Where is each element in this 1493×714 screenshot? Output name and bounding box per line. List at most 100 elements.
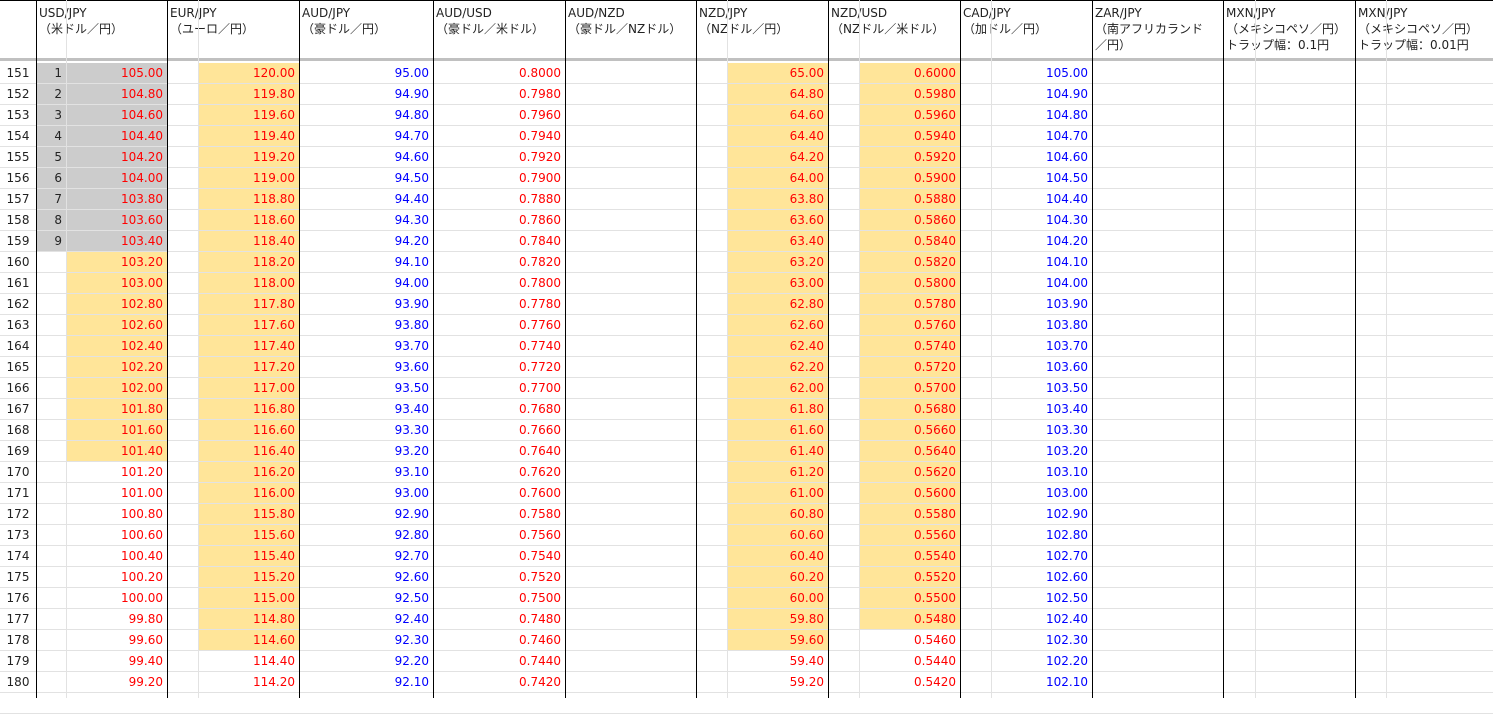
eurjpy-cell[interactable]: 115.80: [199, 504, 299, 524]
nzdusd-cell[interactable]: 0.5480: [860, 609, 960, 629]
row-number[interactable]: 166: [0, 378, 36, 398]
row-number[interactable]: 163: [0, 315, 36, 335]
eurjpy-cell[interactable]: 118.80: [199, 189, 299, 209]
usdjpy-cell[interactable]: 101.40: [67, 441, 167, 461]
nzdjpy-cell[interactable]: 64.60: [728, 105, 828, 125]
audjpy-cell[interactable]: 93.40: [300, 399, 433, 419]
usdjpy-cell[interactable]: 101.20: [67, 462, 167, 482]
audjpy-cell[interactable]: 93.60: [300, 357, 433, 377]
nzdusd-cell[interactable]: 0.5980: [860, 84, 960, 104]
row-number[interactable]: 154: [0, 126, 36, 146]
nzdjpy-cell[interactable]: 59.80: [728, 609, 828, 629]
cadjpy-cell[interactable]: 103.30: [992, 420, 1092, 440]
nzdjpy-cell[interactable]: 59.20: [728, 672, 828, 692]
nzdjpy-cell[interactable]: 64.80: [728, 84, 828, 104]
cadjpy-cell[interactable]: 102.90: [992, 504, 1092, 524]
nzdusd-cell[interactable]: 0.5700: [860, 378, 960, 398]
cadjpy-cell[interactable]: 104.90: [992, 84, 1092, 104]
audjpy-cell[interactable]: 94.60: [300, 147, 433, 167]
eurjpy-cell[interactable]: 114.60: [199, 630, 299, 650]
column-header-nzdusd[interactable]: NZD/USD（NZドル／米ドル）: [831, 5, 944, 37]
nzdjpy-cell[interactable]: 60.20: [728, 567, 828, 587]
audusd-cell[interactable]: 0.7760: [434, 315, 565, 335]
audjpy-cell[interactable]: 93.30: [300, 420, 433, 440]
usdjpy-cell[interactable]: 104.40: [67, 126, 167, 146]
row-number[interactable]: 167: [0, 399, 36, 419]
audusd-cell[interactable]: 0.7720: [434, 357, 565, 377]
usdjpy-cell[interactable]: 103.00: [67, 273, 167, 293]
usdjpy-cell[interactable]: 99.60: [67, 630, 167, 650]
row-number[interactable]: 175: [0, 567, 36, 587]
audjpy-cell[interactable]: 92.70: [300, 546, 433, 566]
usdjpy-cell[interactable]: 99.80: [67, 609, 167, 629]
count-cell[interactable]: 8: [37, 210, 66, 230]
nzdjpy-cell[interactable]: 63.80: [728, 189, 828, 209]
nzdjpy-cell[interactable]: 60.40: [728, 546, 828, 566]
audusd-cell[interactable]: 0.7980: [434, 84, 565, 104]
eurjpy-cell[interactable]: 118.00: [199, 273, 299, 293]
audjpy-cell[interactable]: 93.70: [300, 336, 433, 356]
nzdusd-cell[interactable]: 0.5500: [860, 588, 960, 608]
audusd-cell[interactable]: 0.7480: [434, 609, 565, 629]
audusd-cell[interactable]: 0.7580: [434, 504, 565, 524]
audusd-cell[interactable]: 0.7820: [434, 252, 565, 272]
nzdusd-cell[interactable]: 0.5920: [860, 147, 960, 167]
row-number[interactable]: 171: [0, 483, 36, 503]
audjpy-cell[interactable]: 93.00: [300, 483, 433, 503]
eurjpy-cell[interactable]: 120.00: [199, 63, 299, 83]
audjpy-cell[interactable]: 94.80: [300, 105, 433, 125]
nzdjpy-cell[interactable]: 60.80: [728, 504, 828, 524]
nzdjpy-cell[interactable]: 61.00: [728, 483, 828, 503]
audjpy-cell[interactable]: 92.10: [300, 672, 433, 692]
eurjpy-cell[interactable]: 117.40: [199, 336, 299, 356]
cadjpy-cell[interactable]: 104.10: [992, 252, 1092, 272]
cadjpy-cell[interactable]: 103.00: [992, 483, 1092, 503]
nzdjpy-cell[interactable]: 62.00: [728, 378, 828, 398]
cadjpy-cell[interactable]: 104.60: [992, 147, 1092, 167]
audusd-cell[interactable]: 0.7740: [434, 336, 565, 356]
nzdusd-cell[interactable]: 0.5860: [860, 210, 960, 230]
nzdusd-cell[interactable]: 0.5820: [860, 252, 960, 272]
row-number[interactable]: 170: [0, 462, 36, 482]
usdjpy-cell[interactable]: 101.80: [67, 399, 167, 419]
usdjpy-cell[interactable]: 102.20: [67, 357, 167, 377]
audusd-cell[interactable]: 0.7700: [434, 378, 565, 398]
audjpy-cell[interactable]: 93.20: [300, 441, 433, 461]
usdjpy-cell[interactable]: 104.60: [67, 105, 167, 125]
column-header-mxnjpy1[interactable]: MXN/JPY （メキシコペソ／円） トラップ幅：0.1円: [1226, 5, 1346, 53]
eurjpy-cell[interactable]: 116.60: [199, 420, 299, 440]
usdjpy-cell[interactable]: 102.40: [67, 336, 167, 356]
audjpy-cell[interactable]: 95.00: [300, 63, 433, 83]
cadjpy-cell[interactable]: 102.30: [992, 630, 1092, 650]
row-number[interactable]: 169: [0, 441, 36, 461]
audusd-cell[interactable]: 0.7620: [434, 462, 565, 482]
nzdjpy-cell[interactable]: 60.60: [728, 525, 828, 545]
cadjpy-cell[interactable]: 103.70: [992, 336, 1092, 356]
audjpy-cell[interactable]: 94.90: [300, 84, 433, 104]
row-number[interactable]: 155: [0, 147, 36, 167]
spreadsheet-grid[interactable]: USD/JPY （米ドル／円） EUR/JPY （ユーロ／円） AUD/JPY （豪ドル／…: [0, 0, 1493, 714]
eurjpy-cell[interactable]: 117.00: [199, 378, 299, 398]
audjpy-cell[interactable]: 93.90: [300, 294, 433, 314]
row-number[interactable]: 178: [0, 630, 36, 650]
column-header-usdjpy[interactable]: USD/JPY （米ドル／円）: [39, 5, 123, 37]
nzdjpy-cell[interactable]: 60.00: [728, 588, 828, 608]
audusd-cell[interactable]: 0.7940: [434, 126, 565, 146]
audusd-cell[interactable]: 0.8000: [434, 63, 565, 83]
eurjpy-cell[interactable]: 117.60: [199, 315, 299, 335]
usdjpy-cell[interactable]: 101.00: [67, 483, 167, 503]
eurjpy-cell[interactable]: 115.60: [199, 525, 299, 545]
nzdusd-cell[interactable]: 0.5620: [860, 462, 960, 482]
nzdusd-cell[interactable]: 0.5960: [860, 105, 960, 125]
usdjpy-cell[interactable]: 104.80: [67, 84, 167, 104]
audusd-cell[interactable]: 0.7800: [434, 273, 565, 293]
nzdusd-cell[interactable]: 0.5800: [860, 273, 960, 293]
column-header-mxnjpy2[interactable]: MXN/JPY （メキシコペソ／円） トラップ幅：0.01円: [1358, 5, 1478, 53]
usdjpy-cell[interactable]: 103.20: [67, 252, 167, 272]
nzdjpy-cell[interactable]: 61.40: [728, 441, 828, 461]
usdjpy-cell[interactable]: 105.00: [67, 63, 167, 83]
audusd-cell[interactable]: 0.7900: [434, 168, 565, 188]
cadjpy-cell[interactable]: 102.50: [992, 588, 1092, 608]
count-cell[interactable]: 4: [37, 126, 66, 146]
cadjpy-cell[interactable]: 104.40: [992, 189, 1092, 209]
